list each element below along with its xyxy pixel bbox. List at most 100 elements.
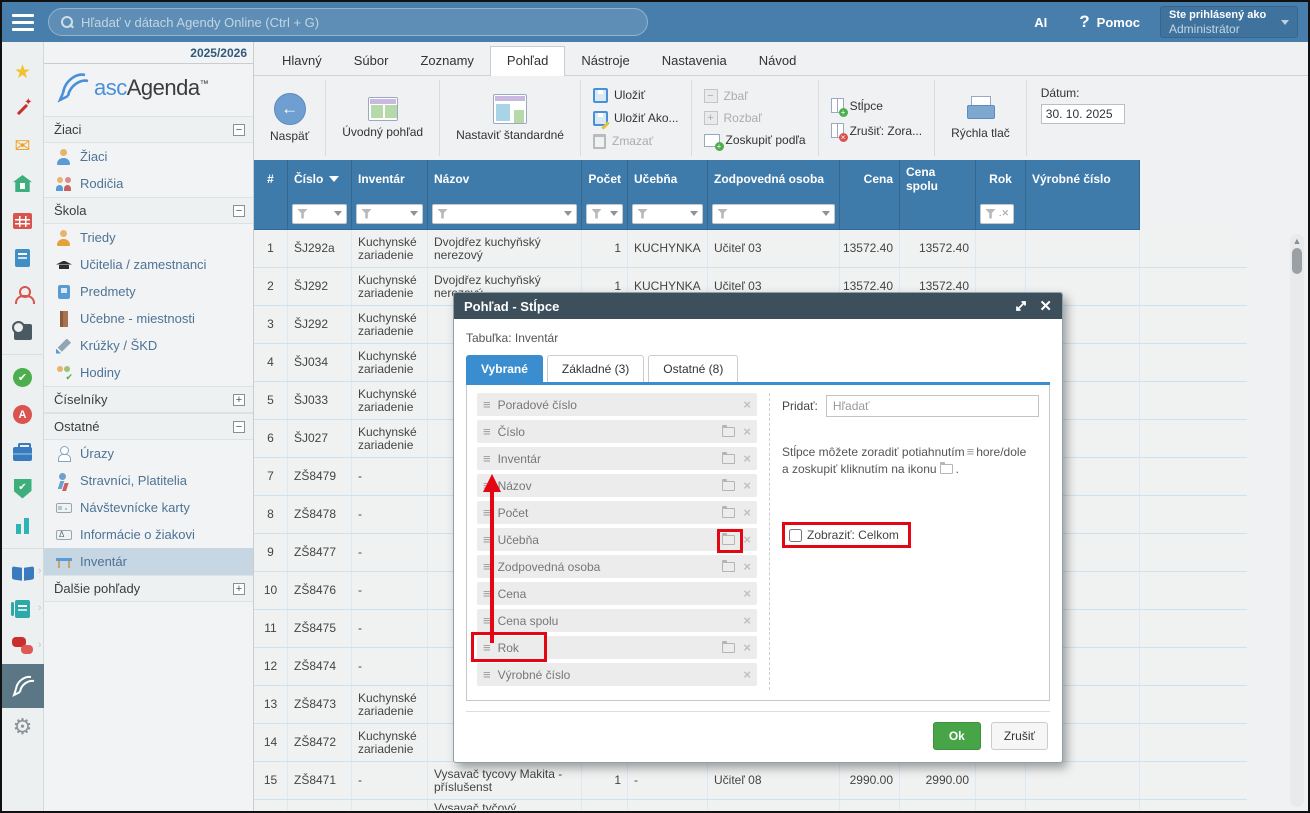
library-icon[interactable]: › bbox=[2, 553, 44, 590]
hamburger-menu-icon[interactable] bbox=[8, 8, 38, 36]
group-folder-icon[interactable] bbox=[722, 454, 735, 464]
collapse-button[interactable]: −Zbaľ bbox=[702, 87, 750, 105]
sidebar-item-6[interactable]: Predmety bbox=[44, 278, 253, 305]
timetable-icon[interactable] bbox=[2, 202, 44, 239]
expand-button[interactable]: +Rozbaľ bbox=[702, 109, 764, 127]
drag-handle-icon[interactable]: ≡ bbox=[483, 613, 491, 628]
delete-button[interactable]: Zmazať bbox=[591, 132, 655, 151]
favorites-icon[interactable]: ★ bbox=[2, 54, 44, 91]
home-icon[interactable] bbox=[2, 165, 44, 202]
shield-check-icon[interactable]: ✔ bbox=[2, 470, 44, 507]
person-icon[interactable] bbox=[2, 276, 44, 313]
scroll-up-icon[interactable]: ▲ bbox=[1293, 234, 1302, 248]
remove-column-icon[interactable]: × bbox=[743, 452, 751, 465]
sidebar-item-1[interactable]: Žiaci bbox=[44, 143, 253, 170]
save-button[interactable]: Uložiť bbox=[591, 86, 647, 105]
drag-handle-icon[interactable]: ≡ bbox=[483, 586, 491, 601]
save-as-button[interactable]: Uložiť Ako... bbox=[591, 109, 681, 128]
global-search-input[interactable]: Hľadať v dátach Agendy Online (Ctrl + G) bbox=[48, 8, 648, 36]
sidebar-item-15[interactable]: Informácie o žiakovi bbox=[44, 521, 253, 548]
group-folder-icon[interactable] bbox=[722, 535, 735, 545]
group-folder-icon[interactable] bbox=[722, 427, 735, 437]
vertical-scrollbar[interactable]: ▲ bbox=[1290, 234, 1304, 807]
column-list-item[interactable]: ≡ Zodpovedná osoba × bbox=[477, 555, 757, 578]
remove-column-icon[interactable]: × bbox=[743, 533, 751, 546]
column-list-item[interactable]: ≡ Výrobné číslo × bbox=[477, 663, 757, 686]
filter-dropdown-3[interactable] bbox=[432, 204, 577, 224]
column-header-8[interactable]: Cena spolu bbox=[900, 160, 976, 198]
remove-column-icon[interactable]: × bbox=[743, 668, 751, 681]
column-list-item[interactable]: ≡ Poradové číslo × bbox=[477, 393, 757, 416]
menu-súbor[interactable]: Súbor bbox=[338, 47, 405, 75]
sidebar-item-5[interactable]: Učitelia / zamestnanci bbox=[44, 251, 253, 278]
column-list-item[interactable]: ≡ Učebňa × bbox=[477, 528, 757, 551]
column-header-4[interactable]: Počet bbox=[582, 160, 628, 198]
menu-návod[interactable]: Návod bbox=[743, 47, 813, 75]
column-list-item[interactable]: ≡ Cena spolu × bbox=[477, 609, 757, 632]
documents-icon[interactable]: › bbox=[2, 590, 44, 627]
column-header-7[interactable]: Cena bbox=[840, 160, 900, 198]
column-header-9[interactable]: Rok bbox=[976, 160, 1026, 198]
dialog-tab-0[interactable]: Vybrané bbox=[466, 355, 543, 382]
group-folder-icon[interactable] bbox=[722, 508, 735, 518]
table-row-15[interactable]: 15ZŠ8471-Vysavač tycovy Makita - přísluš… bbox=[254, 762, 1247, 800]
sidebar-item-14[interactable]: Návštevnícke karty bbox=[44, 494, 253, 521]
remove-column-icon[interactable]: × bbox=[743, 641, 751, 654]
sidebar-item-9[interactable]: Hodiny bbox=[44, 359, 253, 386]
sidebar-item-8[interactable]: Krúžky / ŠKD bbox=[44, 332, 253, 359]
menu-nástroje[interactable]: Nástroje bbox=[565, 47, 645, 75]
columns-button[interactable]: Stĺpce bbox=[829, 96, 885, 115]
column-header-5[interactable]: Učebňa bbox=[628, 160, 708, 198]
column-list-item[interactable]: ≡ Inventár × bbox=[477, 447, 757, 470]
dialog-tab-1[interactable]: Základné (3) bbox=[547, 355, 644, 382]
close-icon[interactable]: ✕ bbox=[1039, 297, 1052, 315]
toggle-box-icon[interactable]: + bbox=[233, 583, 245, 595]
filter-dropdown-6[interactable] bbox=[712, 204, 835, 224]
column-list-item[interactable]: ≡ Rok × bbox=[477, 636, 757, 659]
remove-column-icon[interactable]: × bbox=[743, 560, 751, 573]
cancel-sort-button[interactable]: Zrušiť: Zora... bbox=[829, 121, 925, 140]
show-total-checkbox[interactable] bbox=[789, 529, 802, 542]
table-row-partial[interactable]: Vysavač tyčový bbox=[254, 800, 1247, 810]
help-button[interactable]: ? Pomoc bbox=[1069, 12, 1150, 32]
toggle-box-icon[interactable]: − bbox=[233, 124, 245, 136]
filter-dropdown-5[interactable] bbox=[632, 204, 703, 224]
messages-icon[interactable]: › bbox=[2, 627, 44, 664]
briefcase-icon[interactable] bbox=[2, 433, 44, 470]
sidebar-item-13[interactable]: Stravníci, Platitelia bbox=[44, 467, 253, 494]
ok-button[interactable]: Ok bbox=[933, 722, 981, 750]
sidebar-item-16[interactable]: Inventár bbox=[44, 548, 253, 575]
sidebar-item-2[interactable]: Rodičia bbox=[44, 170, 253, 197]
sidebar-item-7[interactable]: Učebne - miestnosti bbox=[44, 305, 253, 332]
drag-handle-icon[interactable]: ≡ bbox=[483, 397, 491, 412]
sidebar-group-3[interactable]: Škola − bbox=[44, 197, 253, 224]
back-button[interactable]: ← Naspäť bbox=[264, 91, 315, 145]
sidebar-item-4[interactable]: Triedy bbox=[44, 224, 253, 251]
remove-column-icon[interactable]: × bbox=[743, 398, 751, 411]
column-list-item[interactable]: ≡ Počet × bbox=[477, 501, 757, 524]
column-header-10[interactable]: Výrobné číslo bbox=[1026, 160, 1140, 198]
toggle-box-icon[interactable]: + bbox=[233, 394, 245, 406]
settings-gear-icon[interactable]: ⚙ bbox=[2, 708, 44, 745]
menu-hlavný[interactable]: Hlavný bbox=[266, 47, 338, 75]
group-folder-icon[interactable] bbox=[722, 643, 735, 653]
quick-print-button[interactable]: Rýchla tlač bbox=[945, 94, 1016, 142]
set-default-button[interactable]: Nastaviť štandardné bbox=[450, 92, 570, 144]
maximize-icon[interactable] bbox=[1015, 300, 1027, 312]
toggle-box-icon[interactable]: − bbox=[233, 421, 245, 433]
filter-dropdown-4[interactable] bbox=[586, 204, 623, 224]
sidebar-group-17[interactable]: Ďalšie pohľady + bbox=[44, 575, 253, 602]
table-row-1[interactable]: 1ŠJ292aKuchynské zariadenieDvojdřez kuch… bbox=[254, 230, 1247, 268]
attendance-check-icon[interactable]: ✔ bbox=[2, 359, 44, 396]
user-menu[interactable]: Ste prihlásený ako Administrátor bbox=[1160, 6, 1298, 38]
notebook-icon[interactable] bbox=[2, 239, 44, 276]
date-input[interactable] bbox=[1041, 104, 1125, 124]
sidebar-group-10[interactable]: Číselníky + bbox=[44, 386, 253, 413]
column-header-0[interactable]: # bbox=[254, 160, 288, 198]
remove-column-icon[interactable]: × bbox=[743, 479, 751, 492]
drag-handle-icon[interactable]: ≡ bbox=[483, 424, 491, 439]
school-year[interactable]: 2025/2026 bbox=[190, 46, 247, 60]
add-column-search-input[interactable] bbox=[826, 395, 1039, 417]
group-folder-icon[interactable] bbox=[722, 562, 735, 572]
drag-handle-icon[interactable]: ≡ bbox=[483, 451, 491, 466]
